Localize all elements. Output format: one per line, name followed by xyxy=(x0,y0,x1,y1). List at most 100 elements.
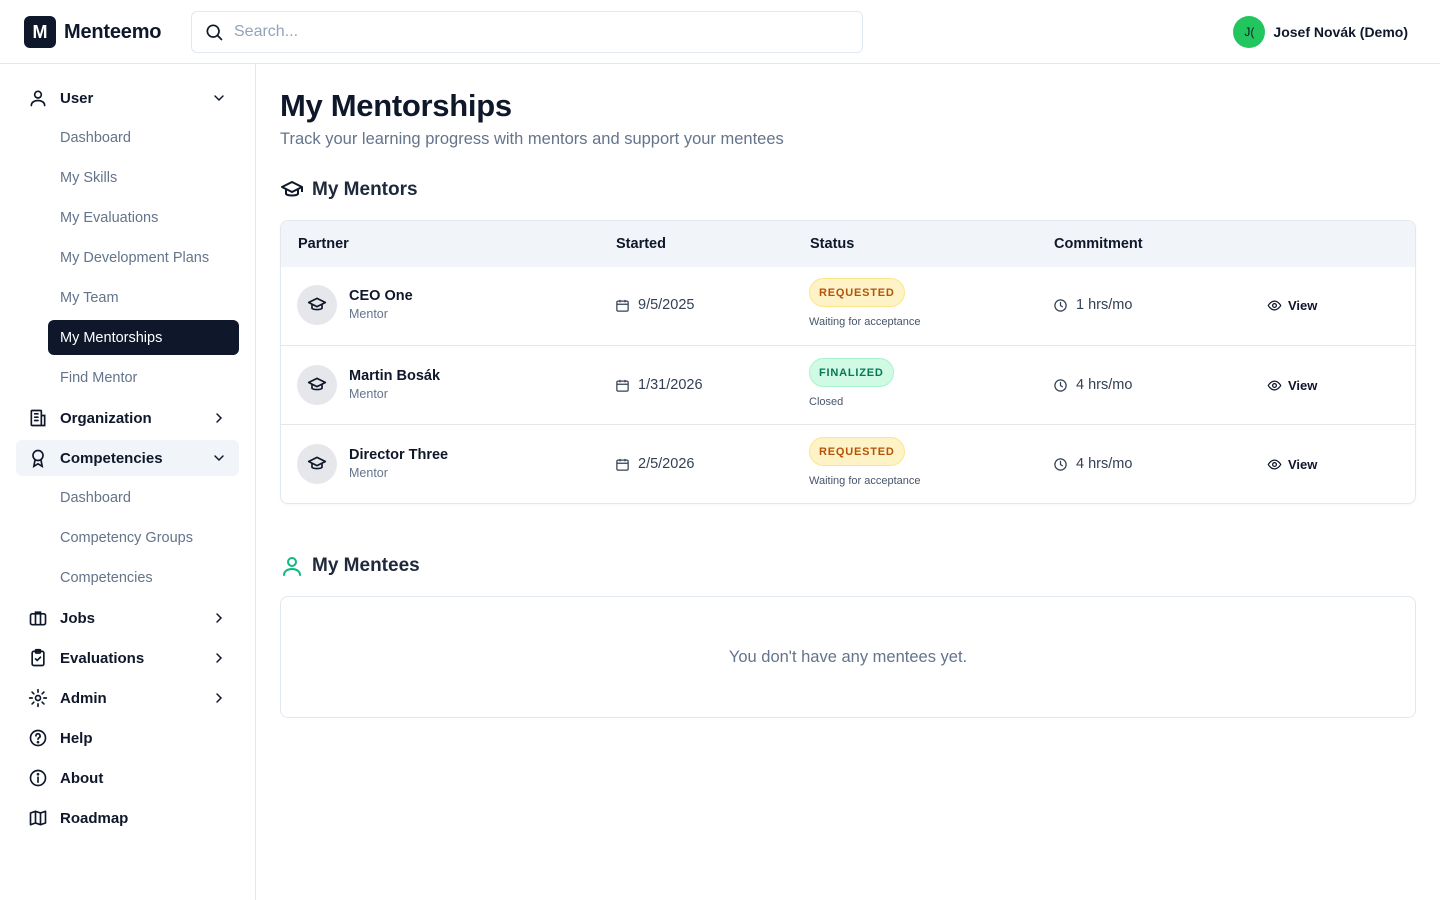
sidebar-group-label: Jobs xyxy=(60,609,96,627)
sidebar-group-label: User xyxy=(60,89,94,107)
column-header-status: Status xyxy=(810,236,855,252)
sidebar-group-label: Admin xyxy=(60,689,107,707)
partner-role: Mentor xyxy=(349,387,388,401)
commitment-text: 1 hrs/mo xyxy=(1076,297,1133,313)
calendar-icon xyxy=(616,458,629,471)
sidebar-group-jobs[interactable]: Jobs xyxy=(16,600,239,636)
sidebar-group-user[interactable]: User xyxy=(16,80,239,116)
commitment: 1 hrs/mo xyxy=(1053,297,1132,313)
clock-icon xyxy=(1054,378,1067,392)
view-button-label: View xyxy=(1288,297,1318,313)
sidebar-item-my-skills[interactable]: My Skills xyxy=(48,160,239,195)
help-circle-icon xyxy=(29,729,47,747)
started-date: 2/5/2026 xyxy=(615,456,694,472)
clock-icon xyxy=(1054,457,1067,471)
partner-name: Martin Bosák xyxy=(349,368,441,384)
info-icon xyxy=(29,769,47,787)
sidebar-group-label: Organization xyxy=(60,409,152,427)
clock-icon xyxy=(1054,298,1067,312)
search-icon xyxy=(206,24,223,41)
started-date-text: 1/31/2026 xyxy=(638,377,703,393)
column-header-commitment: Commitment xyxy=(1054,236,1143,252)
briefcase-icon xyxy=(29,611,47,626)
table-row: CEO One Mentor 9/5/2025 REQUESTED Waitin… xyxy=(281,266,1415,345)
map-icon xyxy=(29,810,47,826)
award-icon xyxy=(32,449,44,468)
column-header-partner: Partner xyxy=(298,236,349,252)
page-title: My Mentorships xyxy=(280,88,512,123)
sidebar-group-organization[interactable]: Organization xyxy=(16,400,239,436)
sidebar-item-competency-dashboard[interactable]: Dashboard xyxy=(48,480,239,515)
sidebar-item-competency-groups[interactable]: Competency Groups xyxy=(48,520,239,555)
chevron-down-icon xyxy=(214,455,224,462)
section-title: My Mentors xyxy=(312,179,418,200)
mentees-section-header: My Mentees xyxy=(280,554,420,578)
partner-avatar xyxy=(297,444,337,484)
status-note: Waiting for acceptance xyxy=(809,316,921,328)
graduation-cap-icon xyxy=(281,181,303,197)
sidebar-group-evaluations[interactable]: Evaluations xyxy=(16,640,239,676)
started-date-text: 2/5/2026 xyxy=(638,456,695,472)
chevron-right-icon xyxy=(216,413,223,423)
sidebar-group-label: Evaluations xyxy=(60,649,145,667)
status-badge: REQUESTED xyxy=(809,437,905,466)
sidebar-group-label: Competencies xyxy=(60,449,163,467)
eye-icon xyxy=(1267,458,1282,470)
table-header: Partner Started Status Commitment xyxy=(281,221,1415,267)
chevron-right-icon xyxy=(216,693,223,703)
user-icon xyxy=(283,557,301,576)
view-button[interactable]: View xyxy=(1261,290,1323,320)
partner-name: CEO One xyxy=(349,288,413,304)
commitment-text: 4 hrs/mo xyxy=(1076,377,1133,393)
sidebar: User Dashboard My Skills My Evaluations … xyxy=(0,64,256,900)
started-date: 1/31/2026 xyxy=(615,377,703,393)
page-subtitle: Track your learning progress with mentor… xyxy=(280,130,784,148)
sidebar-item-my-development-plans[interactable]: My Development Plans xyxy=(48,240,239,275)
user-icon xyxy=(30,90,46,107)
partner-role: Mentor xyxy=(349,466,388,480)
app-name: Menteemo xyxy=(64,20,162,43)
mentors-table: Partner Started Status Commitment CEO On… xyxy=(280,220,1416,504)
user-name[interactable]: Josef Novák (Demo) xyxy=(1273,24,1408,40)
sidebar-item-label: About xyxy=(60,769,104,787)
section-title: My Mentees xyxy=(312,555,420,576)
user-menu[interactable]: J( Josef Novák (Demo) xyxy=(1233,16,1408,48)
sidebar-item-my-mentorships[interactable]: My Mentorships xyxy=(48,320,239,355)
clipboard-check-icon xyxy=(31,648,45,667)
view-button[interactable]: View xyxy=(1261,449,1323,479)
mentors-section-header: My Mentors xyxy=(280,178,418,202)
sidebar-item-my-team[interactable]: My Team xyxy=(48,280,239,315)
sidebar-item-dashboard[interactable]: Dashboard xyxy=(48,120,239,155)
view-button-label: View xyxy=(1288,377,1318,393)
sidebar-group-admin[interactable]: Admin xyxy=(16,680,239,716)
sidebar-item-competencies[interactable]: Competencies xyxy=(48,560,239,595)
started-date: 9/5/2025 xyxy=(615,297,694,313)
commitment: 4 hrs/mo xyxy=(1053,456,1132,472)
column-header-started: Started xyxy=(616,236,666,252)
status-badge: FINALIZED xyxy=(809,358,894,387)
status-badge: REQUESTED xyxy=(809,278,905,307)
search-bar[interactable] xyxy=(191,11,863,53)
table-row: Director Three Mentor 2/5/2026 REQUESTED… xyxy=(281,424,1415,503)
calendar-icon xyxy=(616,299,629,312)
app-logo[interactable]: M Menteemo xyxy=(24,16,162,48)
sidebar-item-label: Help xyxy=(60,729,93,747)
partner-avatar xyxy=(297,285,337,325)
started-date-text: 9/5/2025 xyxy=(638,297,695,313)
view-button[interactable]: View xyxy=(1261,370,1323,400)
sidebar-item-find-mentor[interactable]: Find Mentor xyxy=(48,360,239,395)
sidebar-item-roadmap[interactable]: Roadmap xyxy=(16,800,239,836)
status-note: Closed xyxy=(809,396,844,408)
sidebar-item-my-evaluations[interactable]: My Evaluations xyxy=(48,200,239,235)
commitment-text: 4 hrs/mo xyxy=(1076,456,1133,472)
avatar[interactable]: J( xyxy=(1233,16,1266,48)
sidebar-item-about[interactable]: About xyxy=(16,760,239,796)
sidebar-item-help[interactable]: Help xyxy=(16,720,239,756)
sidebar-item-label: Roadmap xyxy=(60,809,129,827)
partner-role: Mentor xyxy=(349,307,388,321)
top-header: M Menteemo J( Josef Novák (Demo) xyxy=(0,0,1440,64)
eye-icon xyxy=(1267,299,1282,311)
search-input[interactable] xyxy=(234,23,834,41)
sidebar-group-competencies[interactable]: Competencies xyxy=(16,440,239,476)
chevron-right-icon xyxy=(216,613,223,623)
